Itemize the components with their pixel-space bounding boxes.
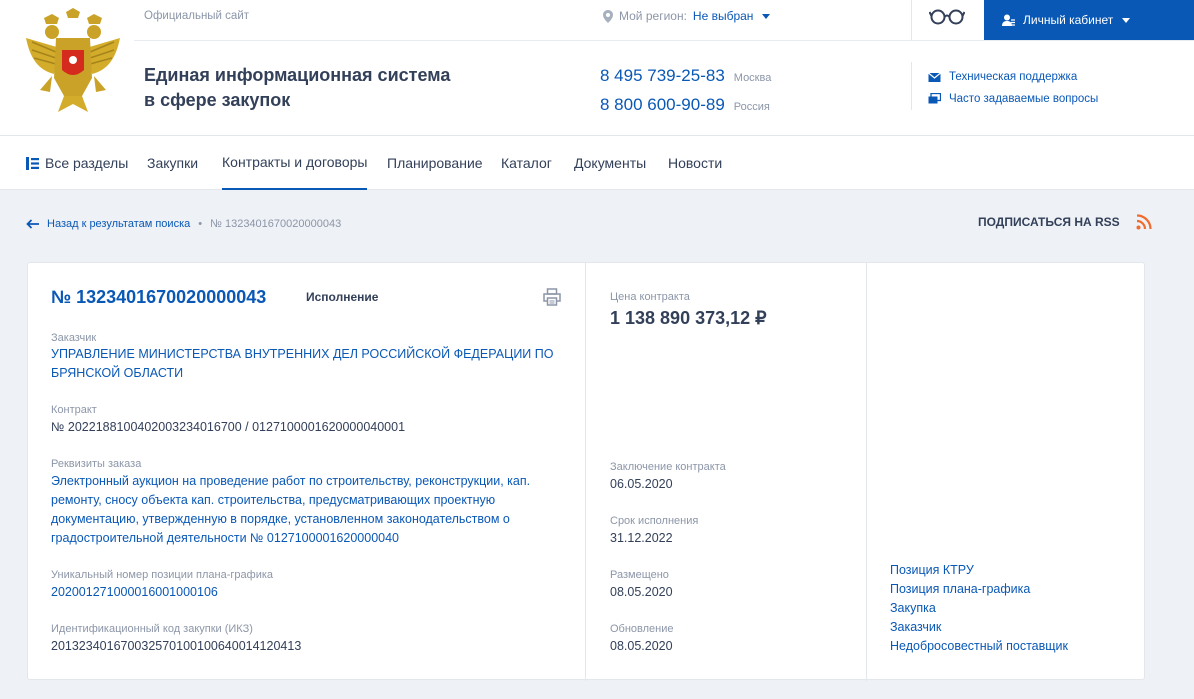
status-badge: Исполнение <box>306 290 379 304</box>
vertical-divider <box>911 0 912 40</box>
official-site-label: Официальный сайт <box>144 10 250 22</box>
phone-region: Россия <box>733 101 770 113</box>
support-link[interactable]: Техническая поддержка <box>928 66 1098 88</box>
back-to-results-link[interactable]: Назад к результатам поиска <box>26 218 190 230</box>
region-label: Мой регион: <box>619 9 687 23</box>
column-divider <box>866 263 867 681</box>
link-customer[interactable]: Заказчик <box>890 618 1068 637</box>
support-links: Техническая поддержка Часто задаваемые в… <box>928 66 1098 110</box>
contract-number-link[interactable]: № 1323401670020000043 <box>51 287 266 308</box>
breadcrumb-separator: • <box>198 218 203 230</box>
nav-contracts[interactable]: Контракты и договоры <box>222 136 368 190</box>
nav-all-sections[interactable]: Все разделы <box>26 136 128 190</box>
conclusion-date-label: Заключение контракта <box>610 461 726 473</box>
phone-row: 8 800 600-90-89 Россия <box>600 95 771 124</box>
header-divider <box>134 40 1194 41</box>
execution-date-label: Срок исполнения <box>610 515 699 527</box>
updated-date-label: Обновление <box>610 623 674 635</box>
back-to-results-label: Назад к результатам поиска <box>47 218 191 230</box>
accessibility-glasses-icon[interactable] <box>929 5 965 27</box>
phone-row: 8 495 739-25-83 Москва <box>600 66 771 95</box>
chevron-down-icon <box>1122 17 1131 23</box>
site-title[interactable]: Единая информационная система в сфере за… <box>144 63 484 113</box>
customer-link[interactable]: УПРАВЛЕНИЕ МИНИСТЕРСТВА ВНУТРЕННИХ ДЕЛ Р… <box>51 345 571 383</box>
phone-number[interactable]: 8 495 739-25-83 <box>600 66 725 86</box>
order-details-line: ремонту, сносу объекта кап. строительств… <box>51 493 496 507</box>
ikz-label: Идентификационный код закупки (ИКЗ) <box>51 623 253 635</box>
updated-date-value: 08.05.2020 <box>610 639 673 653</box>
rss-icon <box>1136 214 1152 230</box>
personal-cabinet-label: Личный кабинет <box>1023 13 1114 27</box>
order-details-link[interactable]: Электронный аукцион на проведение работ … <box>51 472 571 548</box>
plan-position-link[interactable]: 202001271000016001000106 <box>51 583 218 602</box>
customer-name-line2: БРЯНСКОЙ ОБЛАСТИ <box>51 366 184 380</box>
main-navigation: Все разделы Закупки Контракты и договоры… <box>0 136 1194 190</box>
execution-date-value: 31.12.2022 <box>610 531 673 545</box>
link-purchase[interactable]: Закупка <box>890 599 1068 618</box>
arrow-left-icon <box>26 219 39 229</box>
mail-icon <box>928 72 941 82</box>
nav-news[interactable]: Новости <box>668 136 722 190</box>
nav-documents[interactable]: Документы <box>574 136 646 190</box>
customer-label: Заказчик <box>51 332 97 344</box>
location-pin-icon <box>603 9 613 23</box>
link-unfair-supplier[interactable]: Недобросовестный поставщик <box>890 637 1068 656</box>
link-plan-position[interactable]: Позиция плана-графика <box>890 580 1068 599</box>
user-icon <box>1002 14 1015 26</box>
related-links: Позиция КТРУ Позиция плана-графика Закуп… <box>890 561 1068 656</box>
faq-link-label: Часто задаваемые вопросы <box>949 93 1099 105</box>
chat-icon <box>928 93 941 104</box>
ikz-value: 201323401670032570100100640014120413 <box>51 639 302 653</box>
customer-name-line1: УПРАВЛЕНИЕ МИНИСТЕРСТВА ВНУТРЕННИХ ДЕЛ Р… <box>51 347 554 361</box>
breadcrumb: Назад к результатам поиска • № 132340167… <box>26 218 341 230</box>
region-selector[interactable]: Мой регион: Не выбран <box>603 9 771 23</box>
placed-date-label: Размещено <box>610 569 669 581</box>
site-title-line2: в сфере закупок <box>144 90 291 110</box>
contract-card: № 1323401670020000043 Исполнение Заказчи… <box>27 262 1145 681</box>
sections-menu-icon <box>26 156 39 170</box>
order-details-line: документацию, утвержденную в порядке, ус… <box>51 512 510 526</box>
rss-subscribe-label: ПОДПИСАТЬСЯ НА RSS <box>978 215 1120 229</box>
region-value[interactable]: Не выбран <box>693 9 754 23</box>
price-value: 1 138 890 373,12 ₽ <box>610 308 767 328</box>
print-icon[interactable] <box>543 288 561 306</box>
support-link-label: Техническая поддержка <box>949 71 1078 83</box>
phone-list: 8 495 739-25-83 Москва 8 800 600-90-89 Р… <box>600 66 771 124</box>
faq-link[interactable]: Часто задаваемые вопросы <box>928 88 1098 110</box>
breadcrumb-current: № 1323401670020000043 <box>210 218 342 230</box>
nav-all-sections-label: Все разделы <box>45 155 129 171</box>
column-divider <box>585 263 586 681</box>
order-details-label: Реквизиты заказа <box>51 458 142 470</box>
site-title-line1: Единая информационная система <box>144 65 451 85</box>
conclusion-date-value: 06.05.2020 <box>610 477 673 491</box>
vertical-divider <box>911 62 912 110</box>
personal-cabinet-button[interactable]: Личный кабинет <box>984 0 1194 40</box>
plan-position-label: Уникальный номер позиции плана-графика <box>51 569 274 581</box>
order-details-line: Электронный аукцион на проведение работ … <box>51 474 531 488</box>
link-ktru-position[interactable]: Позиция КТРУ <box>890 561 1068 580</box>
coat-of-arms-emblem[interactable] <box>22 8 124 116</box>
nav-catalog[interactable]: Каталог <box>501 136 552 190</box>
contract-label: Контракт <box>51 404 97 416</box>
rss-subscribe-link[interactable]: ПОДПИСАТЬСЯ НА RSS <box>978 214 1152 230</box>
nav-planning[interactable]: Планирование <box>387 136 483 190</box>
site-header: Официальный сайт Единая информационная с… <box>0 0 1194 136</box>
contract-value: № 2022188100402003234016700 / 0127100001… <box>51 420 406 434</box>
order-details-line: градостроительной деятельности № 0127100… <box>51 531 400 545</box>
price-label: Цена контракта <box>610 291 690 303</box>
placed-date-value: 08.05.2020 <box>610 585 673 599</box>
nav-purchases[interactable]: Закупки <box>147 136 198 190</box>
chevron-down-icon <box>762 13 771 19</box>
phone-region: Москва <box>733 72 772 84</box>
phone-number[interactable]: 8 800 600-90-89 <box>600 95 725 115</box>
